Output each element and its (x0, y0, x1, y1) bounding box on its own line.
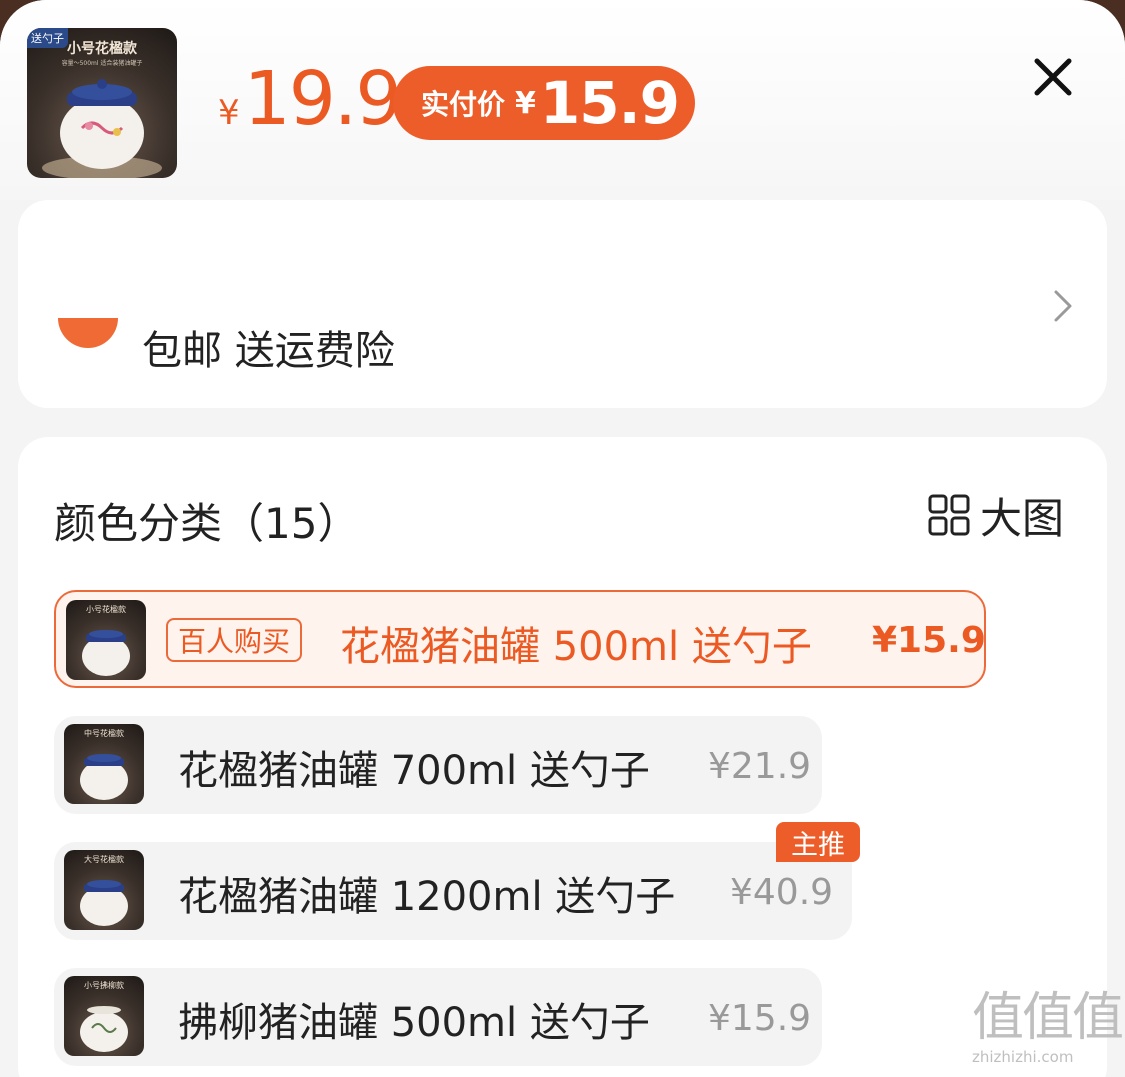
watermark-glyphs: 值值值 (972, 988, 1124, 1048)
actual-price-pill: 实付价 ¥ 15.9 (393, 66, 695, 140)
shipping-card[interactable]: 包邮 送运费险 (18, 200, 1107, 408)
jar-image (82, 630, 130, 676)
variant-price: ¥40.9 (730, 872, 834, 913)
original-price: ¥ 19.9 (218, 56, 403, 142)
variant-option-selected[interactable]: 小号花楹款 百人购买 花楹猪油罐 500ml 送勺子 ¥15.9 (54, 590, 986, 688)
jar-image (80, 880, 128, 926)
chevron-right-icon (1054, 290, 1072, 322)
actual-price-value: 15.9 (539, 69, 680, 137)
actual-price-currency: ¥ (515, 85, 536, 121)
variant-price: ¥15.9 (872, 620, 986, 661)
close-icon (1034, 58, 1072, 96)
price-value: 19.9 (243, 56, 403, 142)
actual-price-label: 实付价 (421, 88, 506, 121)
variant-thumbnail: 中号花楹款 (64, 724, 144, 804)
variant-option[interactable]: 中号花楹款 花楹猪油罐 700ml 送勺子 ¥21.9 (54, 716, 822, 814)
variant-option[interactable]: 小号拂柳款 拂柳猪油罐 500ml 送勺子 ¥15.9 (54, 968, 822, 1066)
big-image-label: 大图 (980, 493, 1065, 543)
variant-name: 花楹猪油罐 700ml 送勺子 (178, 748, 650, 794)
variant-name: 花楹猪油罐 1200ml 送勺子 (178, 874, 676, 920)
jar-image (42, 79, 162, 178)
variant-price: ¥21.9 (708, 746, 812, 787)
variant-option[interactable]: 大号花楹款 花楹猪油罐 1200ml 送勺子 ¥40.9 (54, 842, 852, 940)
product-thumbnail[interactable]: 送勺子 小号花楹款 容量～500ml 适合装猪油罐子 (27, 28, 177, 178)
variant-section-title: 颜色分类（15） (54, 499, 360, 548)
close-button[interactable] (1026, 50, 1080, 104)
jar-image (80, 1006, 128, 1052)
site-watermark: 值值值 zhizhizhi.com (972, 988, 1124, 1072)
sheet-header: 送勺子 小号花楹款 容量～500ml 适合装猪油罐子 ¥ 19.9 实付价 ¥ … (0, 0, 1125, 200)
variant-name: 拂柳猪油罐 500ml 送勺子 (178, 1000, 650, 1046)
price-currency: ¥ (218, 93, 240, 133)
grid-icon (928, 494, 970, 536)
popular-badge: 百人购买 (166, 618, 303, 662)
location-marker-icon (58, 318, 118, 348)
shipping-text: 包邮 送运费险 (142, 328, 395, 374)
variant-thumbnail: 小号拂柳款 (64, 976, 144, 1056)
sku-sheet: 送勺子 小号花楹款 容量～500ml 适合装猪油罐子 ¥ 19.9 实付价 ¥ … (0, 0, 1125, 1077)
recommended-badge: 主推 (776, 822, 860, 862)
variant-thumbnail: 大号花楹款 (64, 850, 144, 930)
variant-price: ¥15.9 (708, 998, 812, 1039)
variant-thumbnail: 小号花楹款 (66, 600, 146, 680)
variant-name: 花楹猪油罐 500ml 送勺子 (340, 624, 812, 670)
watermark-url: zhizhizhi.com (972, 1048, 1074, 1066)
jar-image (80, 754, 128, 800)
big-image-toggle[interactable]: 大图 (928, 490, 1064, 543)
